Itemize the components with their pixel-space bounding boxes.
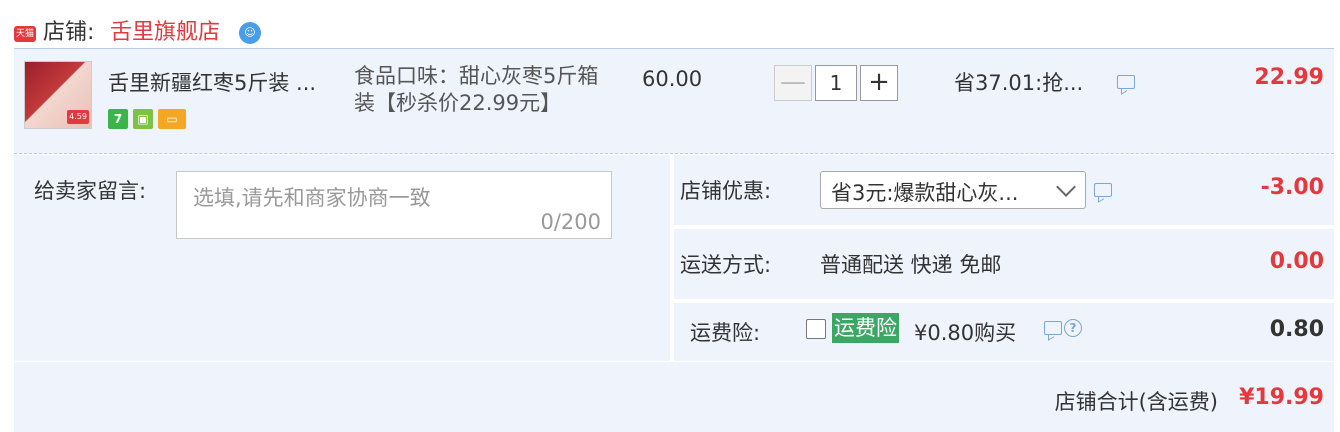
promotion-message-icon[interactable] — [1117, 75, 1135, 89]
insurance-message-icon[interactable] — [1044, 321, 1062, 335]
shop-total-row: 店铺合计(含运费) ¥19.99 — [14, 362, 1334, 432]
product-sku: 食品口味：甜心灰枣5斤箱装【秒杀价22.99元】 — [354, 64, 599, 115]
shop-discount-selected: 省3元:爆款甜心灰... — [831, 181, 1019, 205]
item-subtotal: 22.99 — [1254, 65, 1324, 90]
shipping-amount: 0.00 — [1269, 249, 1324, 274]
shipping-insurance-price: ¥0.80购买 — [914, 321, 1017, 345]
shop-discount-row: 店铺优惠: 省3元:爆款甜心灰... -3.00 — [674, 155, 1334, 225]
fees-panel: 店铺优惠: 省3元:爆款甜心灰... -3.00 运送方式: 普通配送 快递 免… — [674, 155, 1334, 361]
shipping-insurance-badge: 运费险 — [832, 313, 899, 343]
seller-message-char-count: 0/200 — [540, 210, 601, 234]
unit-price: 60.00 — [642, 67, 703, 91]
chevron-down-icon — [1056, 177, 1076, 197]
seller-message-placeholder: 选填,请先和商家协商一致 — [193, 186, 431, 210]
shop-header: 天猫 店铺: 舌里旗舰店 ☺ — [0, 0, 1340, 48]
shop-total-amount: ¥19.99 — [1239, 385, 1324, 410]
shop-name-link[interactable]: 舌里旗舰店 — [110, 14, 220, 46]
seller-message-textarea[interactable]: 选填,请先和商家协商一致 0/200 — [176, 171, 612, 239]
shop-discount-amount: -3.00 — [1260, 175, 1324, 200]
order-item-row: 4.59 舌里新疆红枣5斤装 ... 7 ▣ ▭ 食品口味：甜心灰枣5斤箱装【秒… — [14, 48, 1334, 154]
shop-total-label: 店铺合计(含运费) — [1054, 390, 1218, 414]
quantity-input[interactable]: 1 — [815, 65, 857, 101]
shipping-insurance-amount: 0.80 — [1269, 317, 1324, 342]
shipping-insurance-label: 运费险: — [690, 321, 761, 345]
help-icon[interactable]: ? — [1064, 319, 1082, 337]
shipping-insurance-checkbox[interactable] — [806, 319, 826, 339]
shop-discount-label: 店铺优惠: — [680, 179, 772, 203]
tmall-badge-icon: 天猫 — [14, 26, 36, 42]
shipping-insurance-row: 运费险: 运费险 ¥0.80购买 ? 0.80 — [674, 303, 1334, 361]
seller-message-panel: 给卖家留言: 选填,请先和商家协商一致 0/200 — [14, 155, 670, 361]
shipping-row: 运送方式: 普通配送 快递 免邮 0.00 — [674, 229, 1334, 299]
credit-card-icon[interactable]: ▭ — [158, 109, 186, 129]
guarantee-icon[interactable]: ▣ — [133, 109, 153, 129]
product-thumbnail[interactable]: 4.59 — [24, 61, 92, 129]
thumbnail-price-tag: 4.59 — [67, 110, 89, 124]
order-options: 给卖家留言: 选填,请先和商家协商一致 0/200 店铺优惠: 省3元:爆款甜心… — [14, 155, 1334, 361]
7-day-return-icon[interactable]: 7 — [108, 109, 128, 129]
shop-label: 店铺: — [43, 20, 95, 45]
shipping-label: 运送方式: — [680, 253, 772, 277]
discount-message-icon[interactable] — [1094, 183, 1112, 197]
shop-discount-select[interactable]: 省3元:爆款甜心灰... — [820, 171, 1086, 209]
item-promotion[interactable]: 省37.01:抢... — [954, 67, 1083, 97]
quantity-increase-button[interactable]: + — [860, 65, 898, 101]
wangwang-chat-icon[interactable]: ☺ — [239, 22, 261, 44]
shipping-method: 普通配送 快递 免邮 — [820, 253, 1002, 277]
quantity-decrease-button[interactable]: — — [774, 65, 812, 101]
product-title-link[interactable]: 舌里新疆红枣5斤装 ... — [108, 67, 316, 97]
seller-message-label: 给卖家留言: — [34, 179, 147, 203]
quantity-stepper: — 1 + — [774, 65, 900, 101]
